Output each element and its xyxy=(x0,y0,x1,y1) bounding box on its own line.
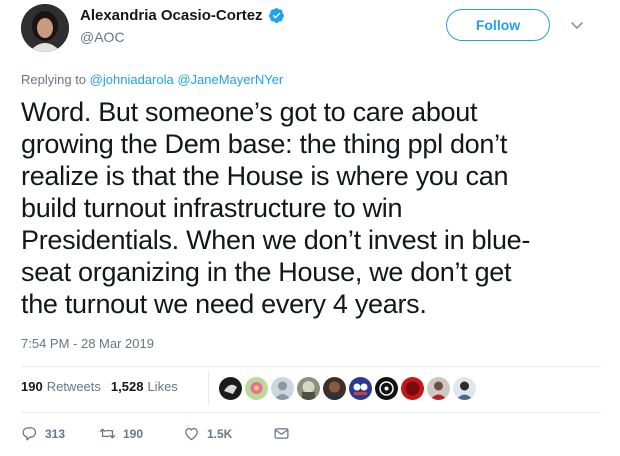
tweet-card: Alexandria Ocasio-Cortez @AOC Follow Rep… xyxy=(0,0,620,456)
divider xyxy=(208,371,209,405)
mention-link[interactable]: @JaneMayerNYer xyxy=(177,72,283,87)
likes-count[interactable]: 1,528 xyxy=(111,379,144,394)
engagement-stats: 190 Retweets 1,528 Likes xyxy=(21,379,178,394)
tweet-line: Word. But someone’s got to care about xyxy=(21,97,478,127)
likes-label[interactable]: Likes xyxy=(147,379,177,394)
retweet-icon xyxy=(99,428,116,439)
liker-avatar[interactable] xyxy=(427,377,450,400)
tweet-line: Presidentials. When we don’t invest in b… xyxy=(21,225,531,255)
liker-avatar[interactable] xyxy=(375,377,398,400)
envelope-icon xyxy=(274,428,289,439)
retweets-count[interactable]: 190 xyxy=(21,379,43,394)
liker-avatar[interactable] xyxy=(349,377,372,400)
tweet-text: Word. But someone’s got to care about gr… xyxy=(21,96,611,320)
author-handle[interactable]: @AOC xyxy=(80,29,125,45)
reply-icon xyxy=(22,427,37,441)
tweet-line: build turnout infrastructure to win xyxy=(21,193,403,223)
like-button[interactable]: 1.5K xyxy=(183,425,273,442)
heart-icon xyxy=(185,427,198,441)
follow-button[interactable]: Follow xyxy=(446,9,550,41)
tweet-line: growing the Dem base: the thing ppl don’… xyxy=(21,129,508,159)
timestamp[interactable]: 7:54 PM - 28 Mar 2019 xyxy=(21,336,154,351)
divider xyxy=(21,366,601,367)
liker-avatar[interactable] xyxy=(401,377,424,400)
verified-badge-icon xyxy=(268,7,285,24)
chevron-down-icon[interactable] xyxy=(570,18,584,32)
tweet-actions: 313 190 1.5K xyxy=(21,425,297,442)
liker-avatar[interactable] xyxy=(219,377,242,400)
author-name[interactable]: Alexandria Ocasio-Cortez xyxy=(80,7,263,24)
liker-avatar[interactable] xyxy=(297,377,320,400)
replying-prefix: Replying to xyxy=(21,72,87,87)
liker-avatars xyxy=(219,377,479,400)
replying-to: Replying to @johniadarola @JaneMayerNYer xyxy=(21,72,283,87)
tweet-line: realize is that the House is where you c… xyxy=(21,161,509,191)
tweet-line: the turnout we need every 4 years. xyxy=(21,289,427,319)
retweet-button[interactable]: 190 xyxy=(99,425,183,442)
author-name-row[interactable]: Alexandria Ocasio-Cortez xyxy=(80,7,285,24)
retweet-count: 190 xyxy=(123,426,144,441)
like-count: 1.5K xyxy=(207,426,233,441)
reply-count: 313 xyxy=(45,426,66,441)
direct-message-button[interactable] xyxy=(273,425,297,442)
mention-link[interactable]: @johniadarola xyxy=(90,72,174,87)
liker-avatar[interactable] xyxy=(453,377,476,400)
liker-avatar[interactable] xyxy=(271,377,294,400)
reply-button[interactable]: 313 xyxy=(21,425,99,442)
liker-avatar[interactable] xyxy=(245,377,268,400)
avatar[interactable] xyxy=(21,4,69,52)
retweets-label[interactable]: Retweets xyxy=(47,379,101,394)
tweet-line: seat organizing in the House, we don’t g… xyxy=(21,257,512,287)
divider xyxy=(21,412,601,413)
liker-avatar[interactable] xyxy=(323,377,346,400)
